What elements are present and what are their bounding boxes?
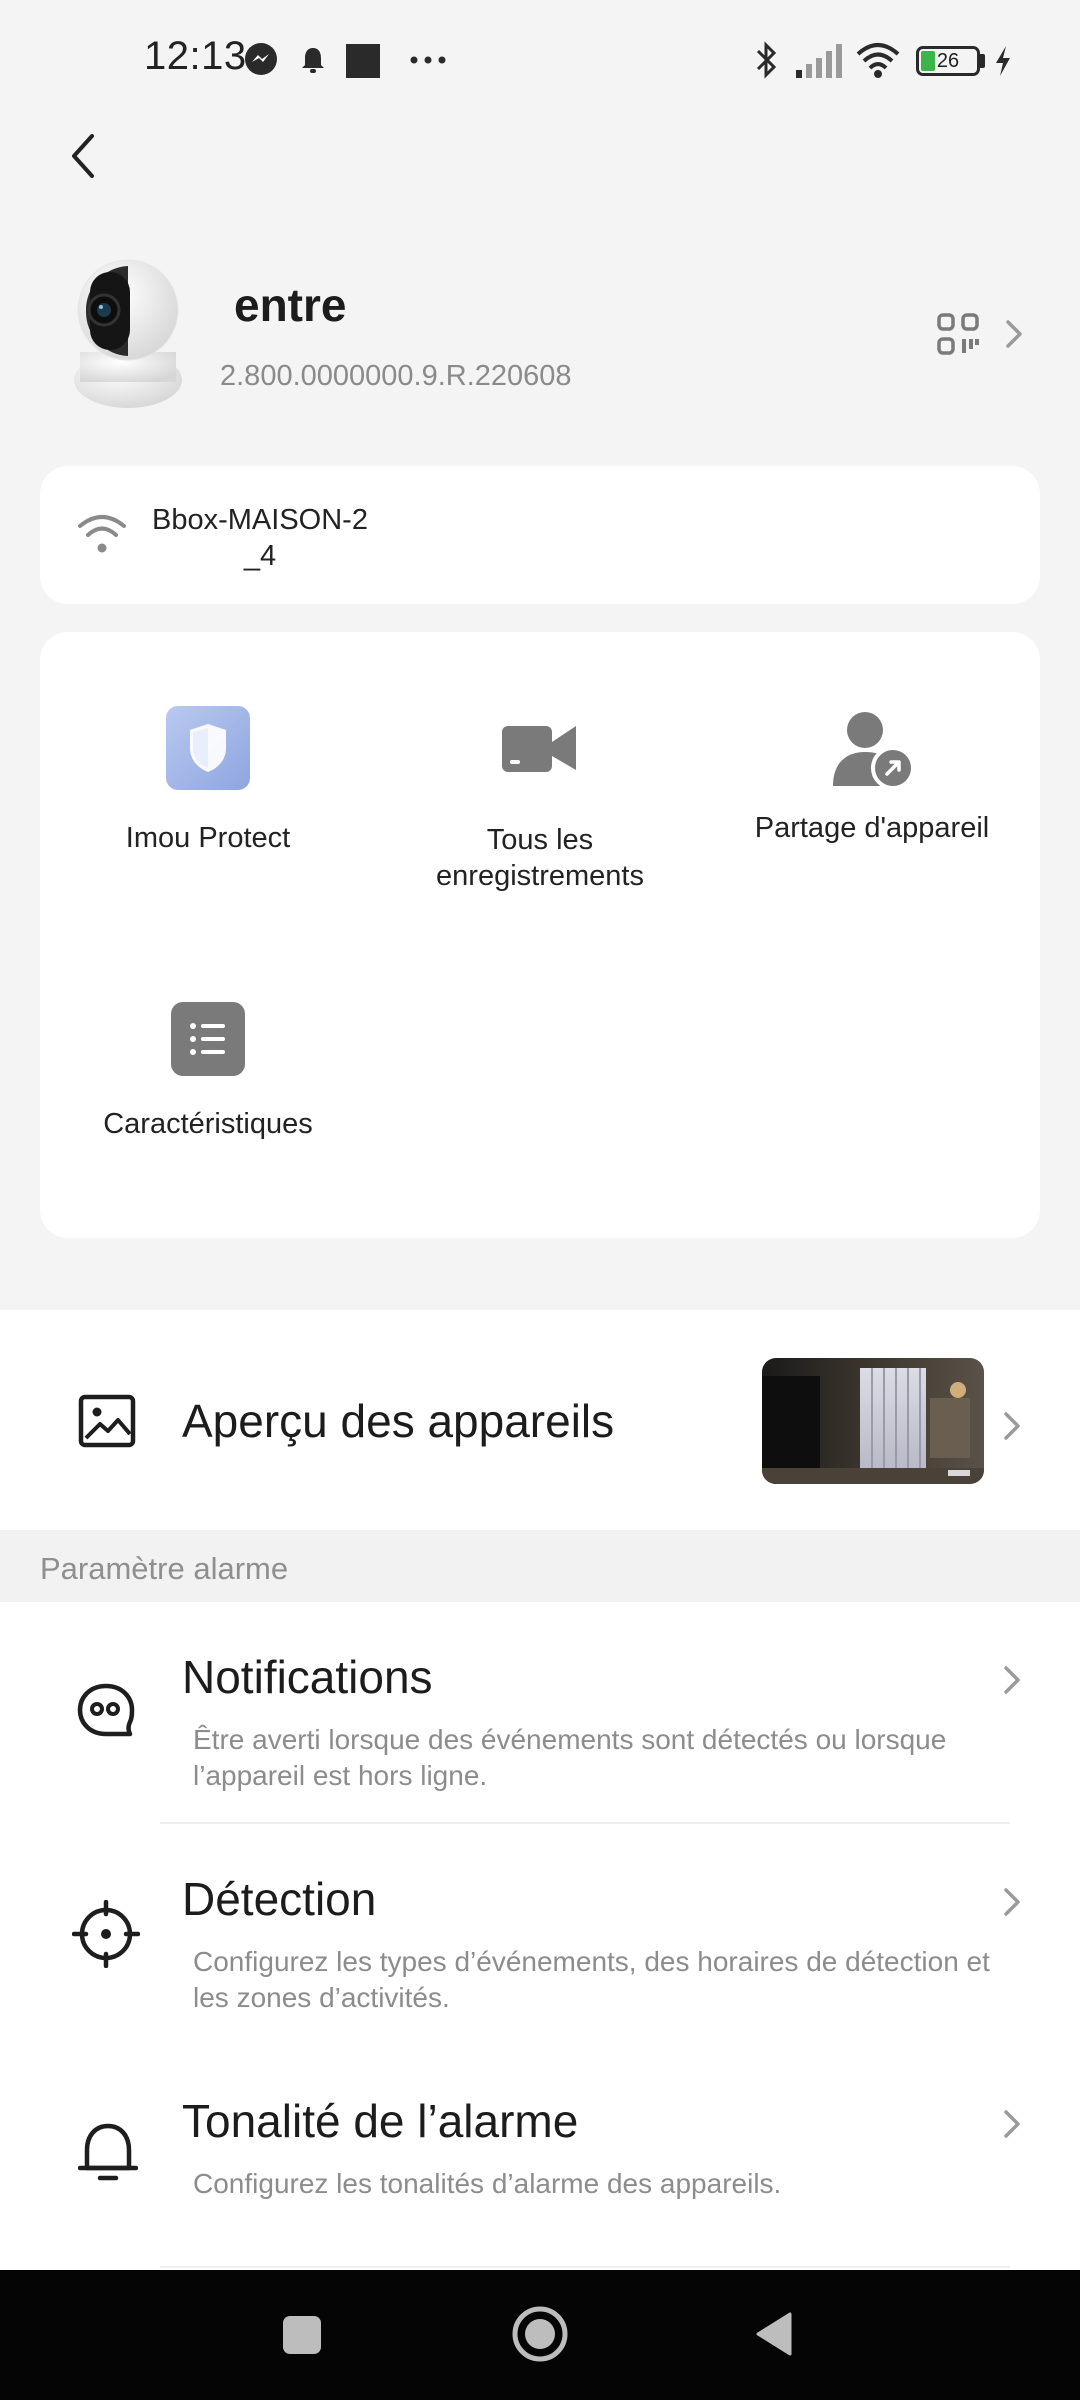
back-button[interactable] bbox=[58, 128, 108, 184]
chevron-right-icon bbox=[1006, 320, 1022, 348]
detection-desc-line2: les zones d’activités. bbox=[193, 1982, 450, 2013]
imou-protect-item[interactable]: Imou Protect bbox=[60, 706, 356, 856]
chevron-right-icon bbox=[1004, 1412, 1020, 1440]
alarm-tone-desc: Configurez les tonalités d’alarme des ap… bbox=[193, 2168, 782, 2199]
share-device-item[interactable]: Partage d'appareil bbox=[722, 706, 1022, 846]
alarm-tone-title: Tonalité de l’alarme bbox=[182, 2095, 579, 2147]
detection-title: Détection bbox=[182, 1873, 377, 1925]
wifi-icon bbox=[856, 43, 900, 78]
imou-protect-label: Imou Protect bbox=[125, 822, 291, 854]
bluetooth-icon bbox=[756, 41, 777, 79]
alarm-tone-row[interactable] bbox=[0, 2046, 1080, 2268]
user-share-icon bbox=[833, 712, 915, 790]
battery-icon: 26 bbox=[916, 46, 980, 76]
device-name: entre bbox=[234, 279, 347, 331]
notification-face-icon bbox=[77, 1683, 135, 1737]
charging-icon bbox=[996, 46, 1010, 76]
image-icon bbox=[78, 1394, 136, 1448]
divider bbox=[160, 2266, 1010, 2268]
alarm-section-label: Paramètre alarme bbox=[40, 1551, 289, 1586]
home-button[interactable] bbox=[510, 2304, 570, 2364]
video-camera-icon bbox=[502, 726, 576, 772]
recordings-item[interactable]: Tous les enregistrements bbox=[392, 712, 688, 894]
recordings-label-line1: Tous les bbox=[486, 824, 594, 856]
device-firmware: 2.800.0000000.9.R.220608 bbox=[220, 360, 572, 392]
wifi-icon bbox=[78, 515, 126, 553]
battery-level: 26 bbox=[936, 50, 960, 72]
camera-device-image bbox=[74, 259, 182, 408]
bell-icon bbox=[302, 48, 324, 73]
chevron-right-icon bbox=[1004, 1666, 1020, 1694]
detection-desc-line1: Configurez les types d’événements, des h… bbox=[193, 1946, 990, 1977]
camera-snapshot-thumbnail bbox=[762, 1358, 984, 1484]
recordings-label-line2: enregistrements bbox=[436, 860, 644, 892]
list-icon bbox=[171, 1002, 245, 1076]
status-time: 12:13 bbox=[144, 34, 247, 78]
notifications-title: Notifications bbox=[182, 1651, 433, 1703]
shield-icon bbox=[166, 706, 250, 790]
recents-button[interactable] bbox=[283, 2316, 321, 2354]
qr-code-icon bbox=[937, 313, 979, 355]
preview-title: Aperçu des appareils bbox=[182, 1395, 615, 1447]
back-nav-button[interactable] bbox=[754, 2310, 794, 2358]
messenger-icon bbox=[245, 43, 277, 75]
bell-icon bbox=[78, 2123, 138, 2181]
more-dots-icon bbox=[410, 56, 446, 64]
notifications-desc-line2: l’appareil est hors ligne. bbox=[193, 1760, 488, 1791]
features-label: Caractéristiques bbox=[103, 1108, 313, 1140]
device-qr-button[interactable] bbox=[930, 300, 1040, 370]
share-device-label: Partage d'appareil bbox=[754, 812, 990, 844]
notifications-desc-line1: Être averti lorsque des événements sont … bbox=[193, 1724, 947, 1755]
signal-icon bbox=[796, 44, 842, 78]
crosshair-icon bbox=[72, 1900, 140, 1968]
chevron-right-icon bbox=[1004, 2110, 1020, 2138]
square-notification-icon bbox=[346, 44, 380, 78]
chevron-right-icon bbox=[1004, 1888, 1020, 1916]
features-item[interactable]: Caractéristiques bbox=[60, 1002, 356, 1142]
wifi-ssid: Bbox-MAISON-2_4 bbox=[152, 504, 368, 572]
